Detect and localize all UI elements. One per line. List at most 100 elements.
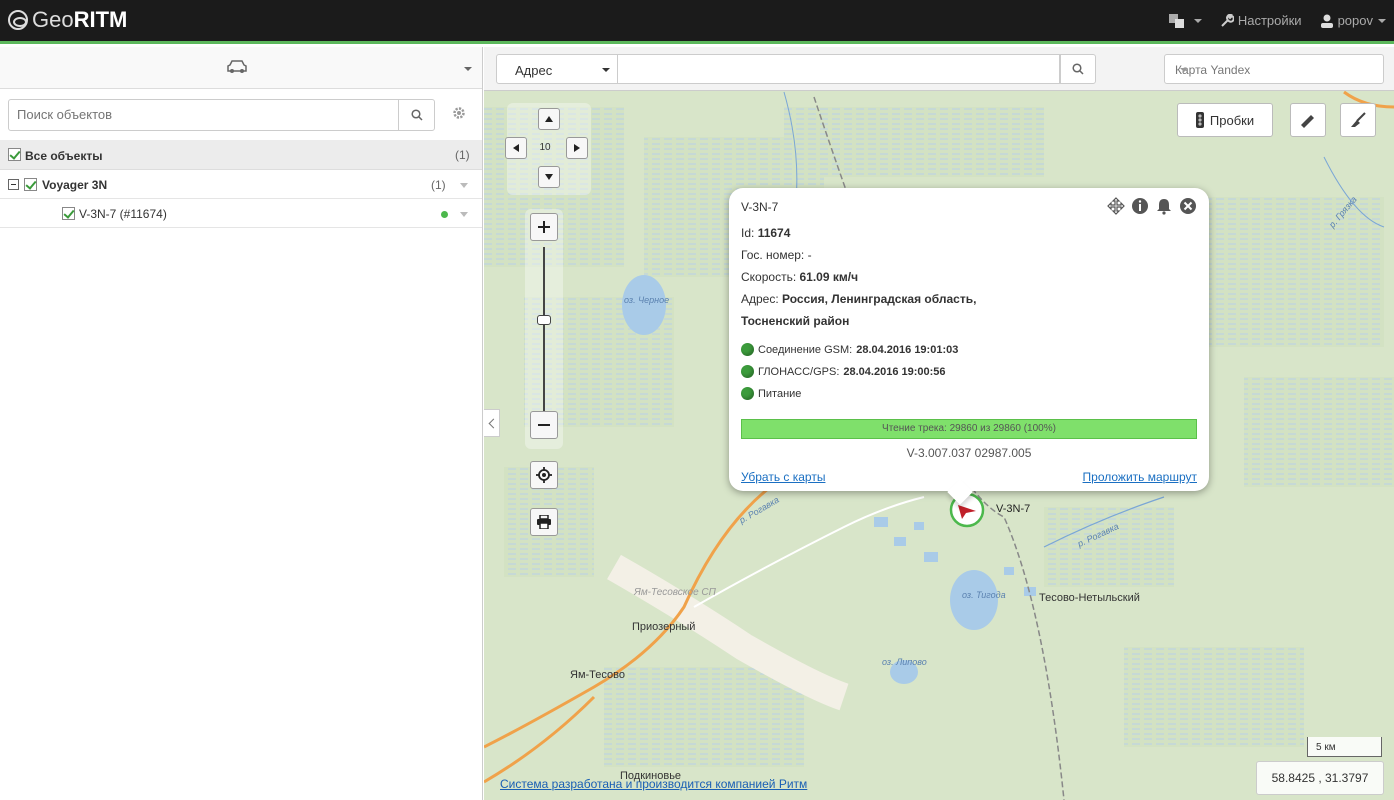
build-route-link[interactable]: Проложить маршрут [1083, 470, 1197, 484]
object-type-selector[interactable] [0, 47, 482, 89]
car-icon [227, 60, 247, 73]
power-label: Питание [758, 387, 802, 400]
address-search-button[interactable] [1060, 54, 1096, 84]
close-icon[interactable] [1179, 197, 1197, 215]
online-status-dot [441, 211, 448, 218]
brand-geo: Geo [32, 7, 74, 32]
device-version: V-3.007.037 02987.005 [906, 446, 1032, 460]
map-toolbar: Адрес Карта Yandex [484, 47, 1394, 91]
object-search-box [8, 99, 435, 131]
pan-down-button[interactable] [538, 166, 560, 188]
speed-value: 61.09 км/ч [799, 270, 859, 284]
tree-item-row[interactable]: V-3N-7 (#11674) [0, 200, 482, 228]
traffic-button[interactable]: Пробки [1177, 103, 1273, 137]
gsm-label: Соединение GSM: [758, 343, 853, 356]
broom-icon [1351, 112, 1366, 127]
ruler-button[interactable] [1290, 103, 1326, 137]
all-objects-label: Все объекты [25, 149, 103, 163]
clear-button[interactable] [1340, 103, 1376, 137]
gsm-status: Соединение GSM: 28.04.2016 19:01:03 [741, 343, 958, 356]
map-scale: 5 км [1307, 737, 1382, 757]
traffic-light-icon [1195, 112, 1204, 128]
pan-up-button[interactable] [538, 108, 560, 130]
map-area[interactable]: оз. Черное оз. Тигода оз. Липово р. Рога… [484, 47, 1394, 800]
map-label-priozerny: Приозерный [632, 621, 696, 633]
map-label-yam-tesovo-sp: Ям-Тесовское СП [634, 587, 716, 598]
tree-all-objects[interactable]: Все объекты (1) [0, 140, 482, 170]
popup-gos-row: Гос. номер: - [741, 248, 812, 262]
all-objects-checkbox[interactable] [8, 148, 21, 161]
group-checkbox[interactable] [24, 178, 37, 191]
object-search-button[interactable] [398, 100, 434, 130]
object-info-popup: V-3N-7 Id: 11674 Гос. номер: - Скорость:… [729, 188, 1209, 491]
language-menu[interactable] [1168, 13, 1202, 28]
popup-address-row: Адрес: Россия, Ленинградская область, [741, 292, 976, 306]
chevron-down-icon [464, 67, 472, 71]
settings-label: Настройки [1237, 13, 1302, 28]
zoom-slider-handle[interactable] [537, 315, 551, 325]
pan-left-button[interactable] [505, 137, 527, 159]
user-menu[interactable]: popov [1320, 13, 1386, 28]
search-type-select[interactable]: Адрес [496, 54, 618, 84]
locate-button[interactable] [530, 461, 558, 489]
settings-menu[interactable]: Настройки [1220, 13, 1302, 28]
search-icon [1072, 63, 1084, 75]
status-green-icon [741, 387, 754, 400]
map-label-lake-lipovo: оз. Липово [882, 657, 927, 667]
traffic-label: Пробки [1209, 112, 1255, 128]
chevron-down-icon[interactable] [460, 212, 468, 217]
tree-group-row[interactable]: Voyager 3N (1) [0, 171, 482, 199]
zoom-slider-track[interactable] [543, 247, 545, 417]
gps-value: 28.04.2016 19:00:56 [843, 365, 946, 378]
print-button[interactable] [530, 508, 558, 536]
map-label-tesovo-netylsky: Тесово-Нетыльский [1039, 592, 1140, 604]
chevron-down-icon [602, 68, 610, 72]
copyright-link[interactable]: Система разработана и производится компа… [500, 777, 807, 791]
plus-icon [538, 221, 550, 233]
object-search-row [8, 99, 476, 131]
object-search-input[interactable] [17, 107, 387, 122]
id-label: Id: [741, 226, 755, 240]
printer-icon [537, 515, 551, 529]
group-count: (1) [431, 178, 446, 192]
arrow-up-icon [545, 116, 553, 122]
app-logo[interactable]: Geo RITM [8, 7, 127, 33]
address-search-input[interactable] [618, 54, 1060, 84]
search-icon [410, 109, 423, 121]
gps-status: ГЛОНАСС/GPS: 28.04.2016 19:00:56 [741, 365, 946, 378]
speed-label: Скорость: [741, 270, 797, 284]
map-label-lake-tigoda: оз. Тигода [962, 590, 1006, 600]
item-checkbox[interactable] [62, 207, 75, 220]
arrow-right-icon [574, 144, 580, 152]
zoom-level-label: 10 [539, 142, 551, 153]
gear-icon[interactable] [452, 106, 466, 120]
info-icon[interactable] [1131, 197, 1149, 215]
map-type-select[interactable]: Карта Yandex [1164, 54, 1384, 84]
vehicle-marker-label: V-3N-7 [996, 503, 1031, 515]
gsm-value: 28.04.2016 19:01:03 [856, 343, 959, 356]
bell-icon[interactable] [1155, 197, 1173, 215]
move-icon[interactable] [1107, 197, 1125, 215]
zoom-in-button[interactable] [530, 213, 558, 241]
group-label: Voyager 3N [42, 178, 108, 192]
address-label: Адрес: [741, 292, 779, 306]
popup-actions [1101, 197, 1197, 215]
track-progress-bar: Чтение трека: 29860 из 29860 (100%) [741, 419, 1197, 439]
id-value: 11674 [757, 226, 791, 240]
ruler-icon [1301, 115, 1314, 128]
pan-right-button[interactable] [566, 137, 588, 159]
objects-panel: Все объекты (1) Voyager 3N (1) V-3N-7 (#… [0, 47, 483, 800]
collapse-toggle[interactable] [8, 179, 19, 190]
popup-title: V-3N-7 [741, 200, 779, 214]
chevron-down-icon[interactable] [460, 183, 468, 188]
popup-address-row2: Тосненский район [741, 314, 849, 328]
arrow-down-icon [545, 174, 553, 180]
status-green-icon [741, 343, 754, 356]
power-status: Питание [741, 387, 801, 400]
collapse-panel-button[interactable] [484, 409, 500, 437]
top-bar: Geo RITM Настройки popov [0, 0, 1394, 44]
remove-from-map-link[interactable]: Убрать с карты [741, 470, 825, 484]
all-objects-count: (1) [455, 148, 470, 162]
search-type-label: Адрес [515, 63, 553, 78]
zoom-out-button[interactable] [530, 411, 558, 439]
